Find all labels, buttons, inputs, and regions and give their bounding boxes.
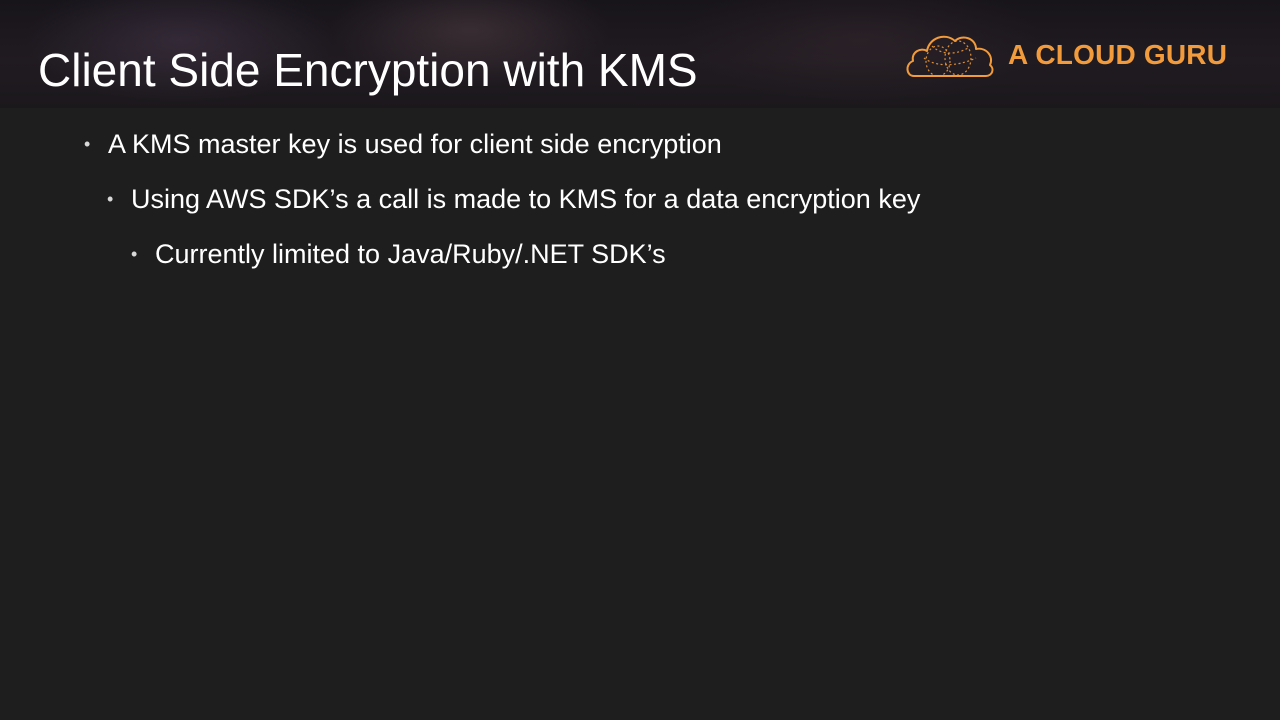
cloud-icon: [906, 35, 994, 77]
bullet-item-level-2: • Using AWS SDK’s a call is made to KMS f…: [107, 175, 920, 223]
bullet-text: Using AWS SDK’s a call is made to KMS fo…: [131, 184, 921, 214]
slide-header: Client Side Encryption with KMS A CLOUD …: [0, 0, 1280, 108]
slide: Client Side Encryption with KMS A CLOUD …: [0, 0, 1280, 720]
bullet-text: Currently limited to Java/Ruby/.NET SDK’…: [155, 239, 666, 269]
bullet-text: A KMS master key is used for client side…: [108, 129, 722, 159]
bullet-dot: •: [131, 244, 138, 264]
bullet-item-level-3: • Currently limited to Java/Ruby/.NET SDK…: [131, 230, 666, 278]
brand-logo-text: A CLOUD GURU: [1008, 39, 1228, 70]
slide-title: Client Side Encryption with KMS: [38, 44, 698, 96]
bullet-dot: •: [84, 134, 91, 154]
bullet-dot: •: [107, 189, 114, 209]
bullet-item-level-1: • A KMS master key is used for client sid…: [84, 120, 722, 168]
brand-logo: A CLOUD GURU: [904, 28, 1249, 80]
